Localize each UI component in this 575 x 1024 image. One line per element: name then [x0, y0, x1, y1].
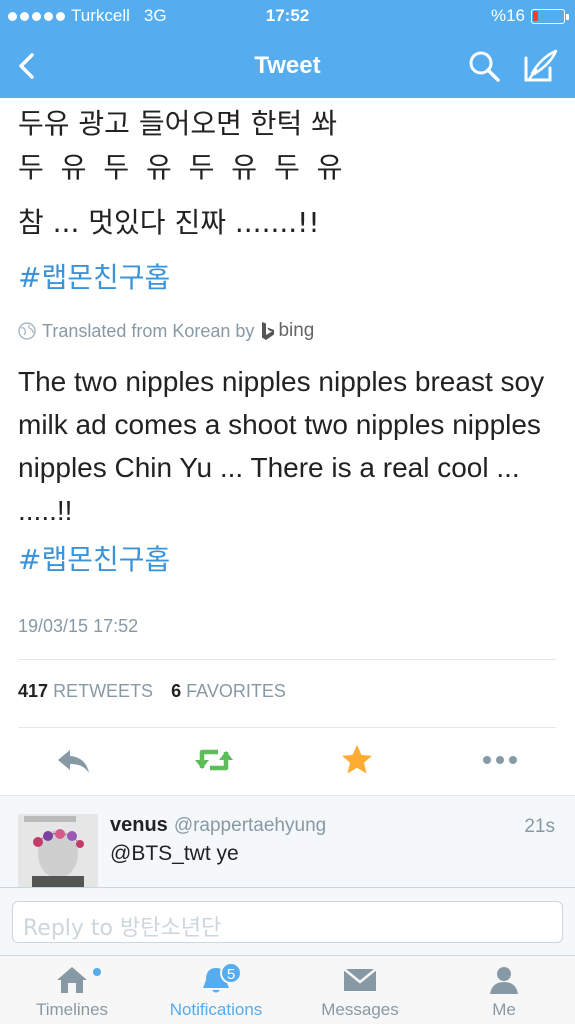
compose-icon[interactable] — [522, 48, 560, 84]
divider — [18, 727, 556, 728]
notification-badge: 5 — [220, 962, 242, 984]
tweet-text-line: 참 ... 멋있다 진짜 .......!! — [18, 206, 320, 239]
favorites-count[interactable]: 6 — [171, 681, 181, 701]
translated-label: Translated from Korean by — [42, 320, 255, 341]
tweet-actions — [0, 740, 575, 784]
retweets-label[interactable]: RETWEETS — [53, 681, 153, 701]
reply-text: @BTS_twt ye — [110, 842, 239, 865]
tab-notifications[interactable]: 5 Notifications — [144, 956, 288, 1024]
status-bar: Turkcell 3G 17:52 %16 — [0, 0, 575, 32]
reply-tweet[interactable]: venus @rappertaehyung 21s @BTS_twt ye — [0, 795, 575, 888]
status-time: 17:52 — [265, 6, 310, 25]
reply-time: 21s — [524, 816, 555, 837]
reply-icon[interactable] — [52, 740, 96, 780]
favorites-label[interactable]: FAVORITES — [186, 681, 286, 701]
retweets-count[interactable]: 417 — [18, 681, 48, 701]
reply-name[interactable]: venus — [110, 814, 168, 836]
envelope-icon — [343, 968, 377, 991]
tab-messages[interactable]: Messages — [288, 956, 432, 1024]
retweet-icon[interactable] — [192, 740, 236, 780]
tweet-timestamp: 19/03/15 17:52 — [18, 616, 139, 636]
unread-dot — [93, 968, 101, 976]
translated-text: The two nipples nipples nipples breast s… — [18, 366, 545, 526]
hashtag-link[interactable]: #랩몬친구홉 — [18, 538, 170, 578]
tweet-stats: 417 RETWEETS 6 FAVORITES — [18, 681, 286, 702]
tab-me[interactable]: Me — [432, 956, 575, 1024]
bing-logo: bing — [260, 320, 314, 342]
nav-bar: Tweet — [0, 36, 575, 96]
tweet-text-line: 두유 광고 들어오면 한턱 쏴 — [18, 107, 337, 140]
avatar-image — [18, 814, 98, 888]
battery-text: %16 — [490, 6, 525, 25]
tab-timelines[interactable]: Timelines — [0, 956, 144, 1024]
tweet-text-line: 두 유 두 유 두 유 두 유 — [18, 151, 347, 184]
translator-name: bing — [278, 320, 315, 341]
avatar[interactable] — [18, 814, 98, 888]
more-icon[interactable] — [478, 740, 522, 780]
reply-author[interactable]: venus @rappertaehyung — [110, 814, 326, 837]
reply-input[interactable]: Reply to 방탄소년단 — [12, 901, 563, 943]
battery-icon — [531, 8, 569, 24]
divider — [18, 659, 556, 660]
tab-label: Timelines — [35, 1000, 109, 1019]
star-icon[interactable] — [335, 740, 379, 780]
bing-icon — [262, 322, 275, 340]
reply-handle[interactable]: @rappertaehyung — [174, 815, 326, 836]
person-icon — [490, 967, 518, 994]
tab-label: Notifications — [169, 1000, 263, 1019]
tab-bar: Timelines 5 Notifications Messages Me — [0, 955, 575, 1024]
globe-icon — [18, 322, 36, 340]
top-bar: Turkcell 3G 17:52 %16 Tweet — [0, 0, 575, 98]
translation-attribution: Translated from Korean by bing — [18, 320, 314, 342]
home-icon — [57, 967, 87, 993]
reply-bar: Reply to 방탄소년단 — [0, 887, 575, 955]
hashtag-link[interactable]: #랩몬친구홉 — [18, 256, 170, 296]
tab-label: Messages — [321, 1000, 399, 1019]
tab-label: Me — [492, 1000, 516, 1019]
search-icon[interactable] — [466, 48, 502, 84]
